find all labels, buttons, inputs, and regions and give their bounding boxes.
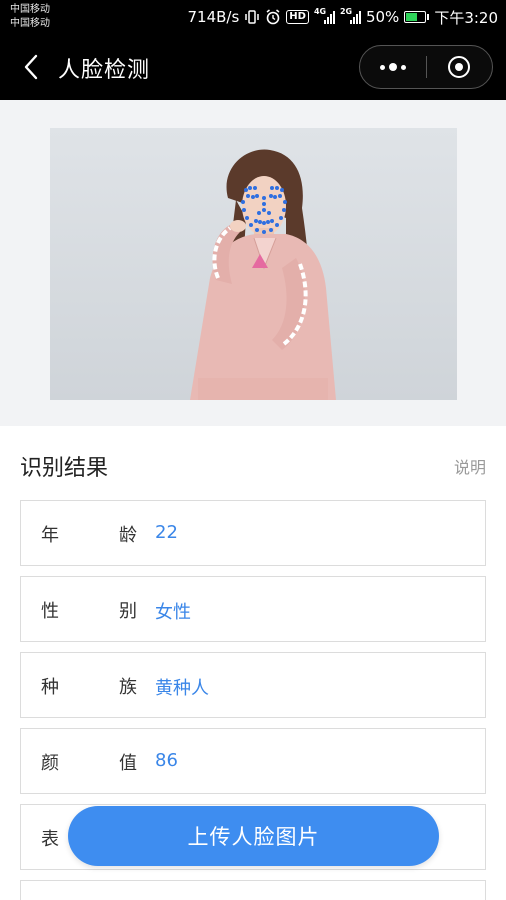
carrier-info: 中国移动 中国移动	[10, 3, 50, 31]
result-row-race: 种族 黄种人	[20, 652, 486, 718]
row-value: 22	[155, 522, 178, 543]
carrier-1: 中国移动	[10, 4, 50, 15]
target-close-icon	[448, 56, 471, 78]
net-speed: 714B/s	[187, 8, 240, 26]
result-row-gender: 性别 女性	[20, 576, 486, 642]
page-title: 人脸检测	[58, 58, 151, 83]
chevron-left-icon	[24, 54, 38, 80]
result-row-age: 年龄 22	[20, 500, 486, 566]
row-label: 年龄	[41, 525, 137, 546]
carrier-2: 中国移动	[10, 18, 50, 29]
row-label: 种族	[41, 677, 137, 698]
explain-link[interactable]: 说明	[454, 454, 486, 478]
result-row-partial	[20, 880, 486, 900]
photo-area	[0, 100, 506, 426]
results-title: 识别结果	[20, 456, 109, 481]
upload-face-button[interactable]: 上传人脸图片	[68, 806, 439, 866]
vibrate-icon	[244, 10, 260, 24]
detected-face-photo[interactable]	[50, 128, 457, 400]
hd-icon: HD	[286, 10, 309, 24]
row-label: 颜值	[41, 753, 137, 774]
signal-icon: 4G	[313, 7, 335, 24]
results-header: 识别结果 说明	[20, 448, 486, 482]
clock: 下午3:20	[434, 8, 498, 27]
status-indicators: 714B/s HD 4G 2G 50% 下午3:20	[188, 6, 499, 28]
row-value: 86	[155, 750, 178, 771]
row-value: 黄种人	[155, 678, 209, 699]
row-label: 性别	[41, 601, 137, 622]
close-button[interactable]	[427, 46, 493, 88]
more-dots-icon	[379, 63, 406, 71]
nav-bar: 人脸检测	[0, 34, 506, 100]
back-button[interactable]	[14, 50, 48, 84]
signal-icon: 2G	[339, 7, 361, 24]
result-row-beauty: 颜值 86	[20, 728, 486, 794]
signal-1-tag: 4G	[313, 7, 327, 16]
battery-percent: 50%	[365, 8, 400, 26]
signal-2-tag: 2G	[339, 7, 353, 16]
alarm-icon	[265, 9, 281, 25]
status-bar: 中国移动 中国移动 714B/s HD 4G 2G 50% 下午3:20	[0, 0, 506, 34]
mini-program-capsule	[359, 45, 493, 89]
battery-icon	[404, 11, 430, 23]
row-value: 女性	[155, 602, 191, 623]
more-button[interactable]	[360, 46, 426, 88]
